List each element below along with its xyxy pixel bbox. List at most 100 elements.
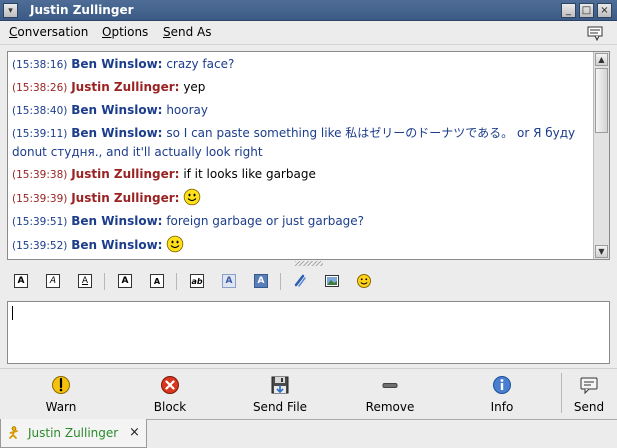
menu-conversation[interactable]: Conversation	[9, 25, 88, 39]
menu-options-label: ptions	[111, 25, 149, 39]
info-icon	[493, 376, 511, 394]
scroll-down-icon[interactable]: ▼	[595, 245, 608, 258]
tab-label: Justin Zullinger	[28, 426, 119, 440]
floppy-disk-icon	[271, 376, 289, 394]
message-timestamp: (15:38:40)	[12, 105, 68, 117]
message-text: hooray	[166, 103, 208, 117]
smaller-text-icon: A	[150, 274, 164, 288]
buddy-running-man-icon	[9, 426, 18, 439]
message-text: if it looks like garbage	[183, 167, 316, 181]
smiley-emoticon-icon	[167, 235, 184, 253]
toolbar-separator	[104, 273, 105, 290]
message-row: (15:39:52) Ben Winslow:	[12, 235, 589, 255]
message-timestamp: (15:39:52)	[12, 240, 68, 252]
toolbar-separator	[176, 273, 177, 290]
info-button[interactable]: Info	[480, 372, 524, 416]
maximize-icon[interactable]: □	[579, 3, 594, 18]
text-cursor	[12, 306, 13, 320]
warn-button[interactable]: Warn	[38, 372, 84, 416]
smiley-icon	[357, 274, 371, 288]
warn-label: Warn	[45, 400, 77, 414]
typing-status-icon	[587, 26, 603, 41]
bold-button[interactable]: A	[12, 272, 30, 290]
menu-send-as[interactable]: Send As	[163, 25, 212, 39]
message-timestamp: (15:39:39)	[12, 193, 68, 205]
title-bar: ▾ Justin Zullinger _ □ ×	[0, 0, 617, 21]
window-title: Justin Zullinger	[30, 3, 134, 17]
button-separator	[561, 373, 562, 413]
menu-bar: Conversation Options Send As	[0, 21, 617, 45]
insert-image-button[interactable]	[323, 272, 341, 290]
larger-text-button[interactable]: A	[116, 272, 134, 290]
message-text: yep	[183, 80, 206, 94]
message-text: foreign garbage or just garbage?	[166, 214, 365, 228]
bold-icon: A	[14, 274, 28, 288]
smaller-text-button[interactable]: A	[148, 272, 166, 290]
conversation-scrollbar[interactable]: ▲ ▼	[593, 52, 609, 259]
message-timestamp: (15:39:11)	[12, 128, 68, 140]
font-face-button[interactable]: ab	[188, 272, 206, 290]
link-icon	[294, 274, 306, 287]
foreground-color-icon: A	[222, 274, 236, 288]
scroll-up-icon[interactable]: ▲	[595, 53, 608, 66]
background-color-button[interactable]: A	[252, 272, 270, 290]
remove-label: Remove	[365, 400, 415, 414]
message-sender: Ben Winslow:	[71, 214, 163, 228]
action-button-bar: Warn Block Send File Remove Info Send	[0, 368, 617, 418]
message-row: (15:38:40) Ben Winslow: hooray	[12, 101, 589, 120]
italic-icon: A	[46, 274, 60, 288]
underline-button[interactable]: A	[76, 272, 94, 290]
block-icon	[161, 376, 179, 394]
message-timestamp: (15:39:51)	[12, 216, 68, 228]
background-color-icon: A	[254, 274, 268, 288]
message-sender: Justin Zullinger:	[71, 80, 180, 94]
toolbar-separator	[280, 273, 281, 290]
message-row: (15:39:38) Justin Zullinger: if it looks…	[12, 165, 589, 184]
insert-link-button[interactable]	[291, 272, 309, 290]
menu-send-as-mnemonic: S	[163, 25, 171, 39]
remove-button[interactable]: Remove	[358, 372, 422, 416]
send-label: Send	[573, 400, 605, 414]
block-label: Block	[153, 400, 187, 414]
tab-close-icon[interactable]: ×	[129, 425, 140, 440]
message-sender: Ben Winslow:	[71, 57, 163, 71]
font-face-icon: ab	[190, 274, 204, 288]
message-sender: Justin Zullinger:	[71, 167, 180, 181]
message-sender: Ben Winslow:	[71, 238, 163, 252]
window-menu-icon[interactable]: ▾	[3, 3, 18, 18]
message-timestamp: (15:38:26)	[12, 82, 68, 94]
conversation-view[interactable]: (15:38:16) Ben Winslow: crazy face? (15:3…	[7, 51, 610, 260]
image-icon	[325, 275, 339, 287]
send-message-icon	[580, 377, 598, 395]
italic-button[interactable]: A	[44, 272, 62, 290]
menu-send-as-label: end As	[170, 25, 212, 39]
format-toolbar: A A A A A ab A A	[0, 268, 617, 294]
send-file-button[interactable]: Send File	[244, 372, 316, 416]
foreground-color-button[interactable]: A	[220, 272, 238, 290]
message-entry[interactable]	[7, 301, 610, 364]
menu-options[interactable]: Options	[102, 25, 148, 39]
menu-conversation-label: onversation	[17, 25, 89, 39]
tab-justin-zullinger[interactable]: Justin Zullinger ×	[0, 419, 147, 448]
scroll-thumb[interactable]	[595, 68, 608, 133]
smiley-emoticon-icon	[184, 188, 201, 206]
minimize-icon[interactable]: _	[561, 3, 576, 18]
pane-resize-grip[interactable]	[295, 261, 323, 266]
message-timestamp: (15:39:38)	[12, 169, 68, 181]
message-row: (15:39:39) Justin Zullinger:	[12, 188, 589, 208]
send-file-label: Send File	[252, 400, 308, 414]
message-sender: Ben Winslow:	[71, 126, 163, 140]
message-sender: Justin Zullinger:	[71, 191, 180, 205]
close-icon[interactable]: ×	[597, 3, 612, 18]
send-button[interactable]: Send	[568, 372, 610, 416]
message-row: (15:38:26) Justin Zullinger: yep	[12, 78, 589, 97]
info-label: Info	[490, 400, 514, 414]
message-sender: Ben Winslow:	[71, 103, 163, 117]
insert-smiley-button[interactable]	[355, 272, 373, 290]
message-timestamp: (15:38:16)	[12, 59, 68, 71]
underline-icon: A	[78, 274, 92, 288]
remove-icon	[382, 383, 398, 388]
block-button[interactable]: Block	[146, 372, 194, 416]
warning-icon	[52, 376, 70, 394]
message-text: crazy face?	[166, 57, 235, 71]
